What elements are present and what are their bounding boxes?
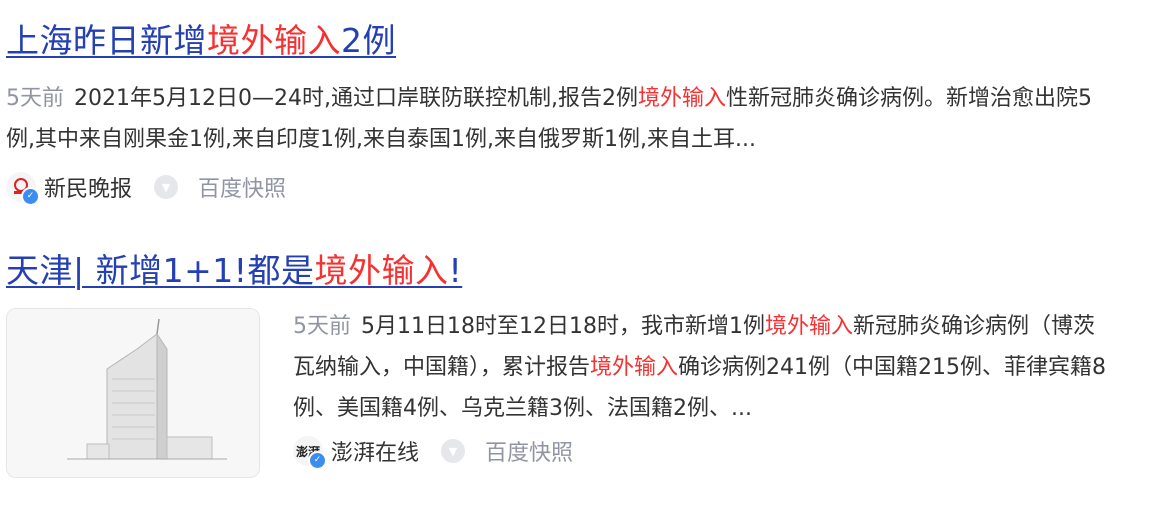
result-thumbnail[interactable] — [6, 308, 260, 478]
title-highlight[interactable]: 境外输入 — [314, 251, 448, 290]
chevron-down-icon[interactable]: ▼ — [441, 439, 466, 463]
pengpai-logo-icon: 澎湃 ✓ — [293, 436, 327, 470]
result-abstract: 5天前 5月11日18时至12日18时，我市新增1例境外输入新冠肺炎确诊病例（博茨… — [293, 306, 1113, 429]
result-content: 5天前 5月11日18时至12日18时，我市新增1例境外输入新冠肺炎确诊病例（博茨… — [293, 306, 1113, 471]
title-text-suffix[interactable]: ! — [448, 251, 462, 290]
verified-icon: ✓ — [308, 451, 327, 470]
building-image — [7, 309, 259, 477]
title-text-suffix[interactable]: 2例 — [341, 21, 396, 60]
abstract-highlight-2: 境外输入 — [590, 355, 679, 380]
result-age: 5天前 — [6, 86, 64, 111]
result-source-row: 澎湃 ✓ 澎湃在线 ▼ 百度快照 — [293, 431, 1113, 471]
result-title-link[interactable]: 天津| 新增1+1!都是境外输入! — [6, 248, 462, 294]
result-title-link[interactable]: 上海昨日新增境外输入2例 — [6, 18, 396, 64]
xinmin-logo-icon: ✓ — [6, 172, 40, 206]
snapshot-link[interactable]: 百度快照 — [485, 435, 573, 467]
snapshot-link[interactable]: 百度快照 — [198, 171, 286, 203]
search-result-1: 上海昨日新增境外输入2例 5天前 2021年5月12日0—24时,通过口岸联防联控… — [6, 18, 1092, 206]
result-abstract: 5天前 2021年5月12日0—24时,通过口岸联防联控机制,报告2例境外输入性新… — [6, 78, 1116, 160]
abstract-highlight: 境外输入 — [637, 86, 726, 111]
title-highlight[interactable]: 境外输入 — [207, 21, 341, 60]
result-source-row: ✓ 新民晚报 ▼ 百度快照 — [6, 167, 286, 207]
verified-icon: ✓ — [21, 187, 40, 206]
abstract-text: 5月11日18时至12日18时，我市新增1例 — [361, 314, 765, 339]
title-text[interactable]: 天津| 新增1+1!都是 — [6, 251, 314, 290]
title-text[interactable]: 上海昨日新增 — [6, 21, 207, 60]
source-name[interactable]: 澎湃在线 — [331, 435, 419, 467]
search-result-2: 天津| 新增1+1!都是境外输入! 5天前 5月11日18时至12日18时，我市新… — [6, 248, 1106, 478]
result-age: 5天前 — [293, 314, 351, 339]
chevron-down-icon[interactable]: ▼ — [154, 175, 179, 199]
abstract-text: 2021年5月12日0—24时,通过口岸联防联控机制,报告2例 — [74, 86, 638, 111]
abstract-highlight: 境外输入 — [764, 314, 853, 339]
source-name[interactable]: 新民晚报 — [44, 171, 132, 203]
